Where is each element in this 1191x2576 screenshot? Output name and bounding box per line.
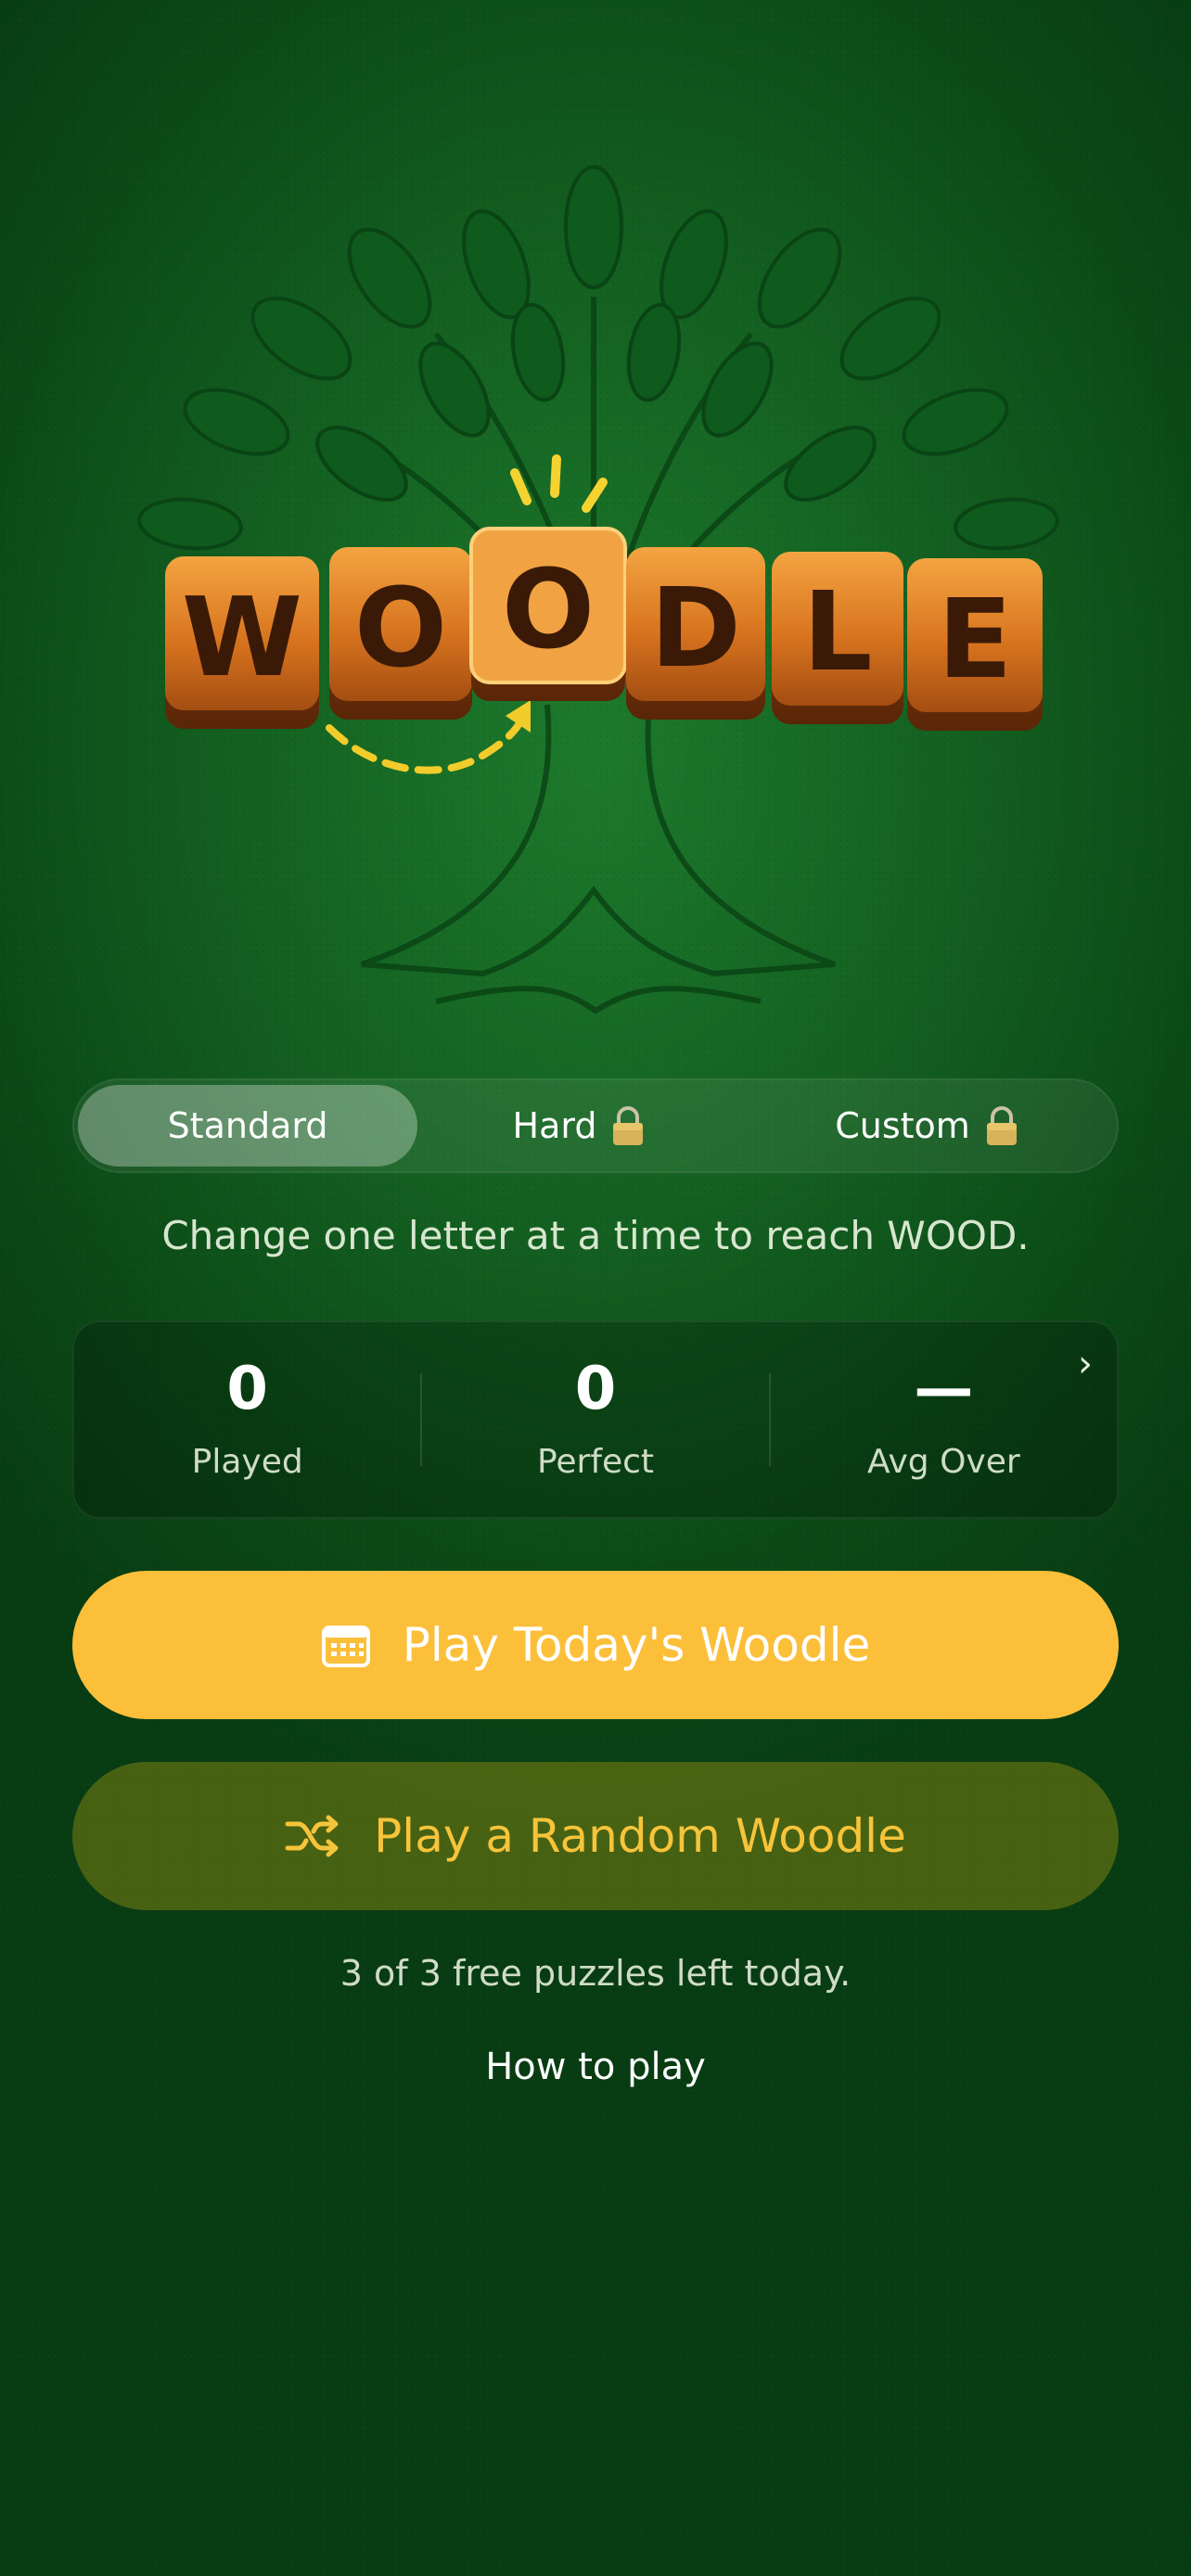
tab-standard-label: Standard bbox=[167, 1105, 328, 1146]
tile-letter-5: L bbox=[802, 567, 872, 695]
play-today-button[interactable]: Play Today's Woodle bbox=[72, 1571, 1119, 1719]
stat-perfect-value: 0 bbox=[574, 1354, 617, 1423]
stat-avg-over-label: Avg Over bbox=[866, 1442, 1020, 1481]
lock-icon bbox=[986, 1106, 1017, 1145]
play-random-button[interactable]: Play a Random Woodle bbox=[72, 1762, 1119, 1910]
lock-icon bbox=[613, 1106, 644, 1145]
stat-perfect: 0 Perfect bbox=[422, 1322, 768, 1517]
stats-card[interactable]: 0 Played 0 Perfect — Avg Over › bbox=[72, 1320, 1119, 1519]
tile-letter-3: O bbox=[502, 545, 595, 673]
free-puzzles-remaining: 3 of 3 free puzzles left today. bbox=[339, 1953, 852, 1994]
play-today-label: Play Today's Woodle bbox=[402, 1618, 871, 1672]
how-to-play-link[interactable]: How to play bbox=[0, 2046, 1191, 2088]
chevron-right-icon[interactable]: › bbox=[1078, 1343, 1093, 1385]
stat-perfect-label: Perfect bbox=[536, 1442, 655, 1481]
stat-avg-over-value: — bbox=[914, 1354, 974, 1423]
tab-hard-label: Hard bbox=[512, 1105, 597, 1146]
tile-letter-6: E bbox=[938, 575, 1013, 703]
tab-hard[interactable]: Hard bbox=[417, 1085, 742, 1167]
tile-letter-4: D bbox=[650, 564, 741, 692]
shuffle-icon bbox=[285, 1815, 339, 1857]
instructions-text: Change one letter at a time to reach WOO… bbox=[161, 1213, 1030, 1258]
calendar-icon bbox=[321, 1626, 370, 1667]
stat-played-label: Played bbox=[191, 1442, 303, 1481]
stat-played: 0 Played bbox=[74, 1322, 420, 1517]
play-random-label: Play a Random Woodle bbox=[374, 1809, 906, 1863]
tile-letter-2: O bbox=[354, 564, 447, 692]
stat-avg-over: — Avg Over bbox=[771, 1322, 1117, 1517]
tab-custom-label: Custom bbox=[835, 1105, 970, 1146]
tree-illustration: W O O D L E bbox=[137, 165, 1059, 1014]
tab-custom[interactable]: Custom bbox=[742, 1085, 1113, 1167]
logo-hero: W O O D L E bbox=[0, 0, 1191, 1039]
stat-played-value: 0 bbox=[226, 1354, 268, 1423]
tile-row: W O O D L E bbox=[165, 527, 1043, 731]
tab-standard[interactable]: Standard bbox=[78, 1085, 417, 1167]
mode-selector: Standard Hard Custom bbox=[72, 1078, 1119, 1173]
tile-letter-1: W bbox=[182, 573, 302, 701]
